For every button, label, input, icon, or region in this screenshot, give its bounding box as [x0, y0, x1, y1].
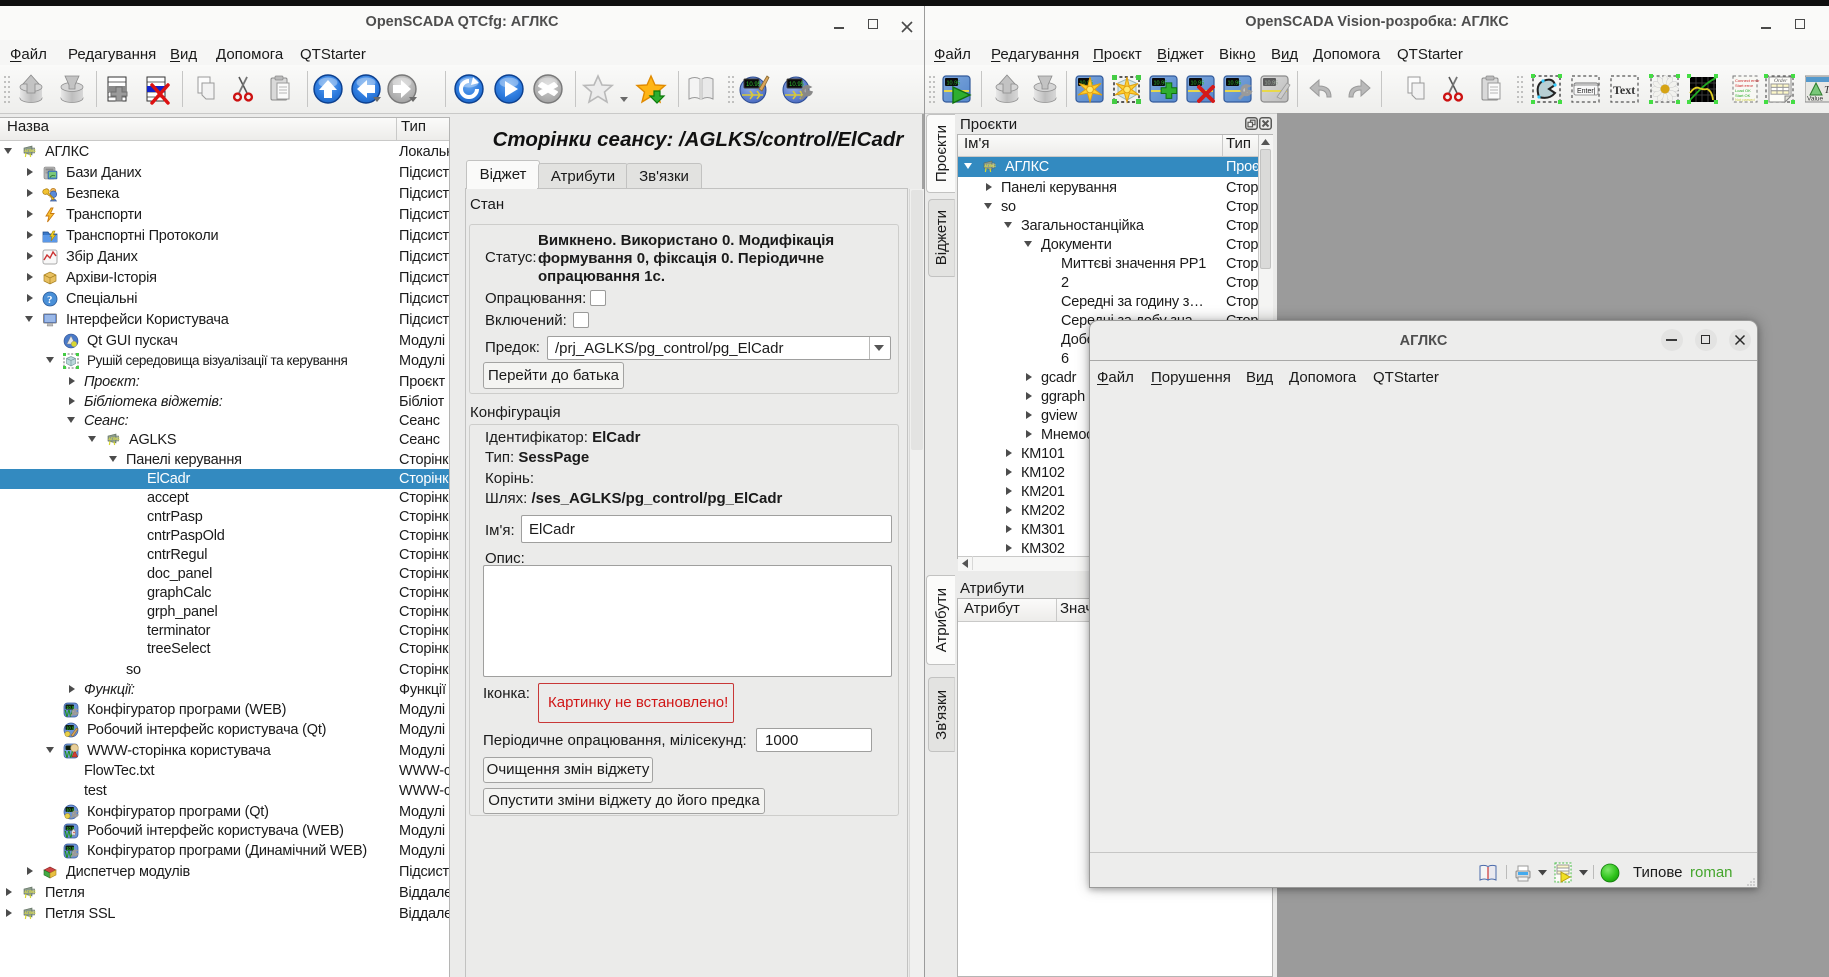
svg-text:10.95: 10.95 [1265, 81, 1279, 87]
svg-text:Text: Text [1613, 83, 1635, 97]
svg-text:Enter|: Enter| [1577, 88, 1596, 95]
svg-text:Not parsed: Not parsed [1735, 97, 1755, 102]
svg-text:10.95: 10.95 [1154, 81, 1168, 87]
svg-text:?: ? [47, 294, 53, 306]
svg-text:АГЛКС: АГЛКС [984, 164, 996, 168]
svg-text:АГЛКС: АГЛКС [24, 149, 36, 153]
svg-text:АГЛКС: АГЛКС [24, 890, 36, 894]
svg-text:АГЛКС: АГЛКС [24, 911, 36, 915]
svg-text:10.9: 10.9 [66, 725, 75, 730]
svg-text:АГЛКС: АГЛКС [108, 437, 120, 441]
svg-text:10.95: 10.95 [1191, 81, 1205, 87]
svg-text:10.95: 10.95 [746, 82, 762, 88]
svg-text:Order: Order [1774, 78, 1788, 84]
svg-text:10.95: 10.95 [789, 82, 805, 88]
svg-text:Value: Value [1807, 96, 1824, 103]
svg-text:10.95: 10.95 [1228, 81, 1242, 87]
svg-text:T: T [1824, 84, 1829, 96]
svg-text:10.95: 10.95 [947, 81, 961, 87]
